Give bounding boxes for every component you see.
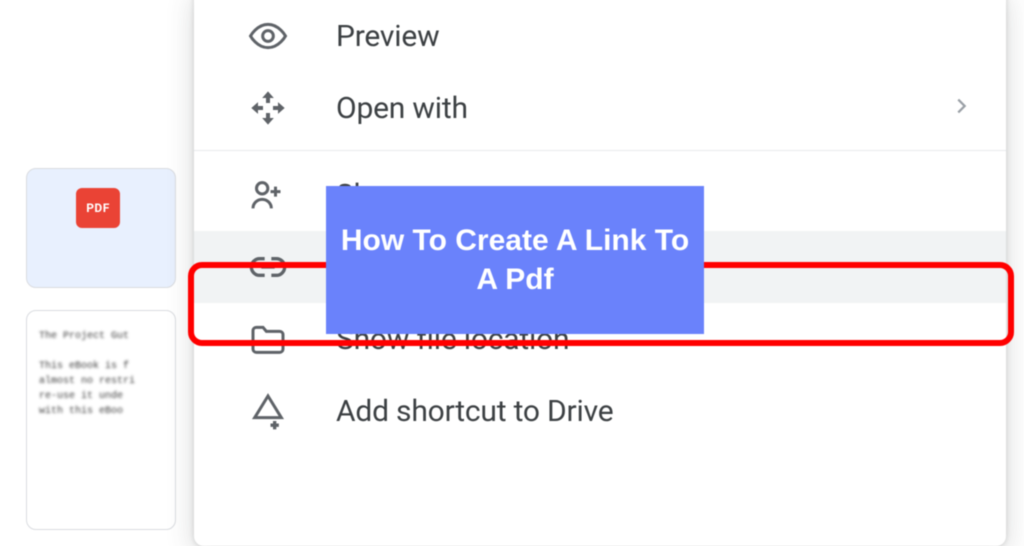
menu-item-open-with[interactable]: Open with — [194, 72, 1006, 144]
menu-item-label: Open with — [336, 91, 904, 126]
overlay-title: How To Create A Link To A Pdf — [326, 186, 704, 334]
pdf-badge: PDF — [76, 188, 120, 228]
share-icon — [246, 173, 290, 217]
doc-preview-text: The Project Gut This eBook is f almost n… — [39, 329, 163, 419]
chevron-right-icon — [950, 95, 972, 121]
drive-shortcut-icon — [246, 389, 290, 433]
file-card-selected[interactable] — [26, 168, 176, 288]
menu-divider — [194, 150, 1006, 151]
menu-item-preview[interactable]: Preview — [194, 0, 1006, 72]
menu-item-add-shortcut[interactable]: Add shortcut to Drive — [194, 375, 1006, 447]
menu-item-label: Preview — [336, 19, 972, 54]
folder-icon — [246, 317, 290, 361]
link-icon — [246, 245, 290, 289]
open-with-icon — [246, 86, 290, 130]
preview-icon — [246, 14, 290, 58]
file-card-preview[interactable]: The Project Gut This eBook is f almost n… — [26, 310, 176, 530]
menu-item-label: Add shortcut to Drive — [336, 394, 972, 429]
